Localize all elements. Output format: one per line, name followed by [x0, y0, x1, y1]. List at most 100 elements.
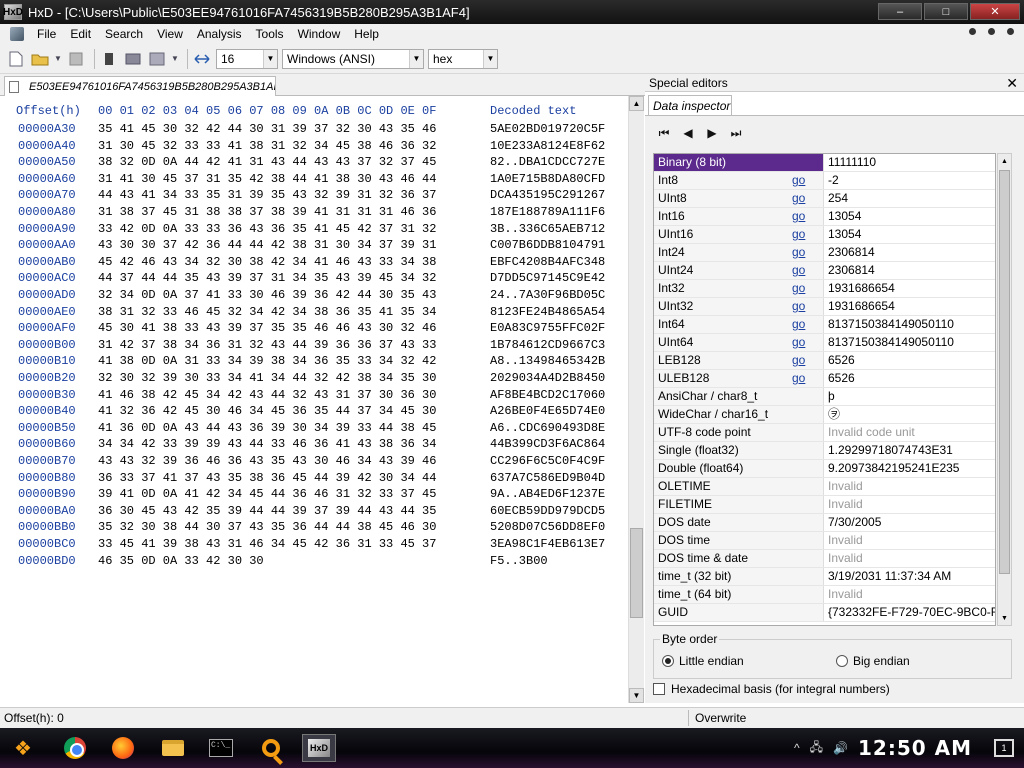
maximize-button[interactable]: □	[924, 3, 968, 20]
row-decoded-text[interactable]: 1B784612CD9667C3	[490, 338, 605, 352]
row-decoded-text[interactable]: F5..3B00	[490, 554, 548, 568]
prev-icon[interactable]: ◀	[681, 126, 695, 140]
row-decoded-text[interactable]: A8..13498465342B	[490, 354, 605, 368]
row-bytes[interactable]: 36 33 37 41 37 43 35 38 36 45 44 39 42 3…	[98, 471, 436, 485]
inspector-row[interactable]: Single (float32) 1.29299718074743E31	[654, 442, 995, 460]
inspector-row[interactable]: FILETIME Invalid	[654, 496, 995, 514]
inspector-row[interactable]: DOS time & date Invalid	[654, 550, 995, 568]
big-endian-radio[interactable]: Big endian	[836, 654, 910, 668]
row-decoded-text[interactable]: 9A..AB4ED6F1237E	[490, 487, 605, 501]
row-bytes[interactable]: 44 43 41 34 33 35 31 39 35 43 32 39 31 3…	[98, 188, 436, 202]
row-bytes[interactable]: 41 38 0D 0A 31 33 34 39 38 34 36 35 33 3…	[98, 354, 436, 368]
row-decoded-text[interactable]: AF8BE4BCD2C17060	[490, 388, 605, 402]
inspector-vertical-scrollbar[interactable]: ▲ ▼	[997, 153, 1012, 626]
inspector-row[interactable]: DOS time Invalid	[654, 532, 995, 550]
inspector-value[interactable]: þ	[828, 388, 995, 405]
row-bytes[interactable]: 43 43 32 39 36 46 36 43 35 43 30 46 34 4…	[98, 454, 436, 468]
row-bytes[interactable]: 44 37 44 44 35 43 39 37 31 34 35 43 39 4…	[98, 271, 436, 285]
row-decoded-text[interactable]: 5208D07C56DD8EF0	[490, 520, 605, 534]
notification-icon[interactable]: 1	[994, 739, 1014, 757]
inspector-row[interactable]: OLETIME Invalid	[654, 478, 995, 496]
menu-help[interactable]: Help	[347, 27, 386, 41]
inspector-value[interactable]: 1931686654	[828, 280, 995, 297]
row-bytes[interactable]: 39 41 0D 0A 41 42 34 45 44 36 46 31 32 3…	[98, 487, 436, 501]
inspector-row[interactable]: LEB128go to:6526	[654, 352, 995, 384]
network-icon[interactable]: 🖧	[810, 738, 823, 759]
row-bytes[interactable]: 33 42 0D 0A 33 33 36 43 36 35 41 45 42 3…	[98, 222, 436, 236]
dropdown-arrow-icon[interactable]: ▼	[171, 49, 179, 69]
row-bytes[interactable]: 38 31 32 33 46 45 32 34 42 34 38 36 35 4…	[98, 305, 436, 319]
inspector-value[interactable]: Invalid	[828, 496, 995, 513]
row-decoded-text[interactable]: 44B399CD3F6AC864	[490, 437, 605, 451]
inspector-value[interactable]: Invalid	[828, 478, 995, 495]
dropdown-arrow-icon[interactable]: ▼	[54, 49, 62, 69]
disk-icon[interactable]	[99, 49, 119, 69]
row-bytes[interactable]: 31 30 45 32 33 33 41 38 31 32 34 45 38 4…	[98, 139, 436, 153]
document-menu-icon[interactable]	[10, 27, 24, 41]
row-bytes[interactable]: 32 30 32 39 30 33 34 41 34 44 32 42 38 3…	[98, 371, 436, 385]
inspector-row[interactable]: time_t (64 bit) Invalid	[654, 586, 995, 604]
clock[interactable]: 12:50 AM	[858, 736, 972, 760]
row-bytes[interactable]: 41 46 38 42 45 34 42 43 44 32 43 31 37 3…	[98, 388, 436, 402]
file-tab[interactable]: E503EE94761016FA7456319B5B280B295A3B1AF4	[4, 76, 276, 96]
inspector-value[interactable]: Invalid	[828, 586, 995, 603]
scroll-down-icon[interactable]: ▼	[998, 611, 1011, 625]
row-decoded-text[interactable]: DCA435195C291267	[490, 188, 605, 202]
little-endian-radio[interactable]: Little endian	[662, 654, 744, 668]
tab-data-inspector[interactable]: Data inspector	[648, 95, 732, 115]
menu-analysis[interactable]: Analysis	[190, 27, 249, 41]
row-decoded-text[interactable]: 5AE02BD019720C5F	[490, 122, 605, 136]
last-icon[interactable]: ⏭	[729, 126, 743, 140]
inspector-value[interactable]: -2	[828, 172, 995, 189]
bytes-per-row-select[interactable]: 16 ▼	[216, 48, 278, 69]
inspector-value[interactable]: 3/19/2031 11:37:34 AM	[828, 568, 995, 585]
cmd-icon[interactable]: C:\_	[206, 734, 236, 762]
inspector-row[interactable]: UInt24go to:2306814	[654, 262, 995, 294]
inspector-value[interactable]: 7/30/2005	[828, 514, 995, 531]
chevron-up-icon[interactable]: ^	[794, 741, 800, 755]
inspector-value[interactable]: 9.20973842195241E235	[828, 460, 995, 477]
row-decoded-text[interactable]: CC296F6C5C0F4C9F	[490, 454, 605, 468]
menu-file[interactable]: File	[30, 27, 63, 41]
close-button[interactable]: ✕	[970, 3, 1020, 20]
row-bytes[interactable]: 46 35 0D 0A 33 42 30 30	[98, 554, 264, 568]
inspector-value[interactable]: 254	[828, 190, 995, 207]
row-decoded-text[interactable]: A6..CDC690493D8E	[490, 421, 605, 435]
start-icon[interactable]: ❖	[8, 734, 38, 762]
row-decoded-text[interactable]: D7DD5C97145C9E42	[490, 271, 605, 285]
inspector-row[interactable]: DOS date 7/30/2005	[654, 514, 995, 532]
mdi-close-icon[interactable]	[1007, 28, 1014, 35]
inspector-row[interactable]: Double (float64) 9.20973842195241E235	[654, 460, 995, 478]
inspector-row[interactable]: Int16go to:13054	[654, 208, 995, 240]
scroll-thumb[interactable]	[999, 170, 1010, 574]
inspector-row[interactable]: GUID{732332FE-F729-70EC-9BC0-F25F7	[654, 604, 995, 622]
close-icon[interactable]: ✕	[1006, 75, 1018, 92]
inspector-row[interactable]: ULEB128go to:6526	[654, 370, 995, 402]
inspector-row[interactable]: Int32go to:1931686654	[654, 280, 995, 312]
row-bytes[interactable]: 45 30 41 38 33 43 39 37 35 35 46 46 43 3…	[98, 321, 436, 335]
inspector-value[interactable]: 1.29299718074743E31	[828, 442, 995, 459]
volume-icon[interactable]: 🔊	[833, 741, 848, 755]
inspector-value[interactable]: 2306814	[828, 244, 995, 261]
row-bytes[interactable]: 36 30 45 43 42 35 39 44 44 39 37 39 44 4…	[98, 504, 436, 518]
row-decoded-text[interactable]: 3EA98C1F4EB613E7	[490, 537, 605, 551]
inspector-value[interactable]: 13054	[828, 208, 995, 225]
first-icon[interactable]: ⏮	[657, 126, 671, 140]
inspector-row[interactable]: UInt64go to:8137150384149050110	[654, 334, 995, 366]
row-decoded-text[interactable]: 8123FE24B4865A54	[490, 305, 605, 319]
chrome-icon[interactable]	[60, 734, 90, 762]
row-decoded-text[interactable]: A26BE0F4E65D74E0	[490, 404, 605, 418]
scroll-down-icon[interactable]: ▼	[629, 688, 644, 703]
inspector-row[interactable]: Binary (8 bit) 11111110	[654, 154, 995, 172]
menu-search[interactable]: Search	[98, 27, 150, 41]
inspector-row[interactable]: Int8go to:-2	[654, 172, 995, 204]
row-decoded-text[interactable]: C007B6DDB8104791	[490, 238, 605, 252]
row-decoded-text[interactable]: 82..DBA1CDCC727E	[490, 155, 605, 169]
inspector-value[interactable]: 8137150384149050110	[828, 334, 995, 351]
row-bytes[interactable]: 35 32 30 38 44 30 37 43 35 36 44 44 38 4…	[98, 520, 436, 534]
row-decoded-text[interactable]: 3B..336C65AEB712	[490, 222, 605, 236]
inspector-value[interactable]: Invalid code unit	[828, 424, 995, 441]
display-mode-select[interactable]: hex ▼	[428, 48, 498, 69]
row-bytes[interactable]: 38 32 0D 0A 44 42 41 31 43 44 43 43 37 3…	[98, 155, 436, 169]
new-file-icon[interactable]	[6, 49, 26, 69]
